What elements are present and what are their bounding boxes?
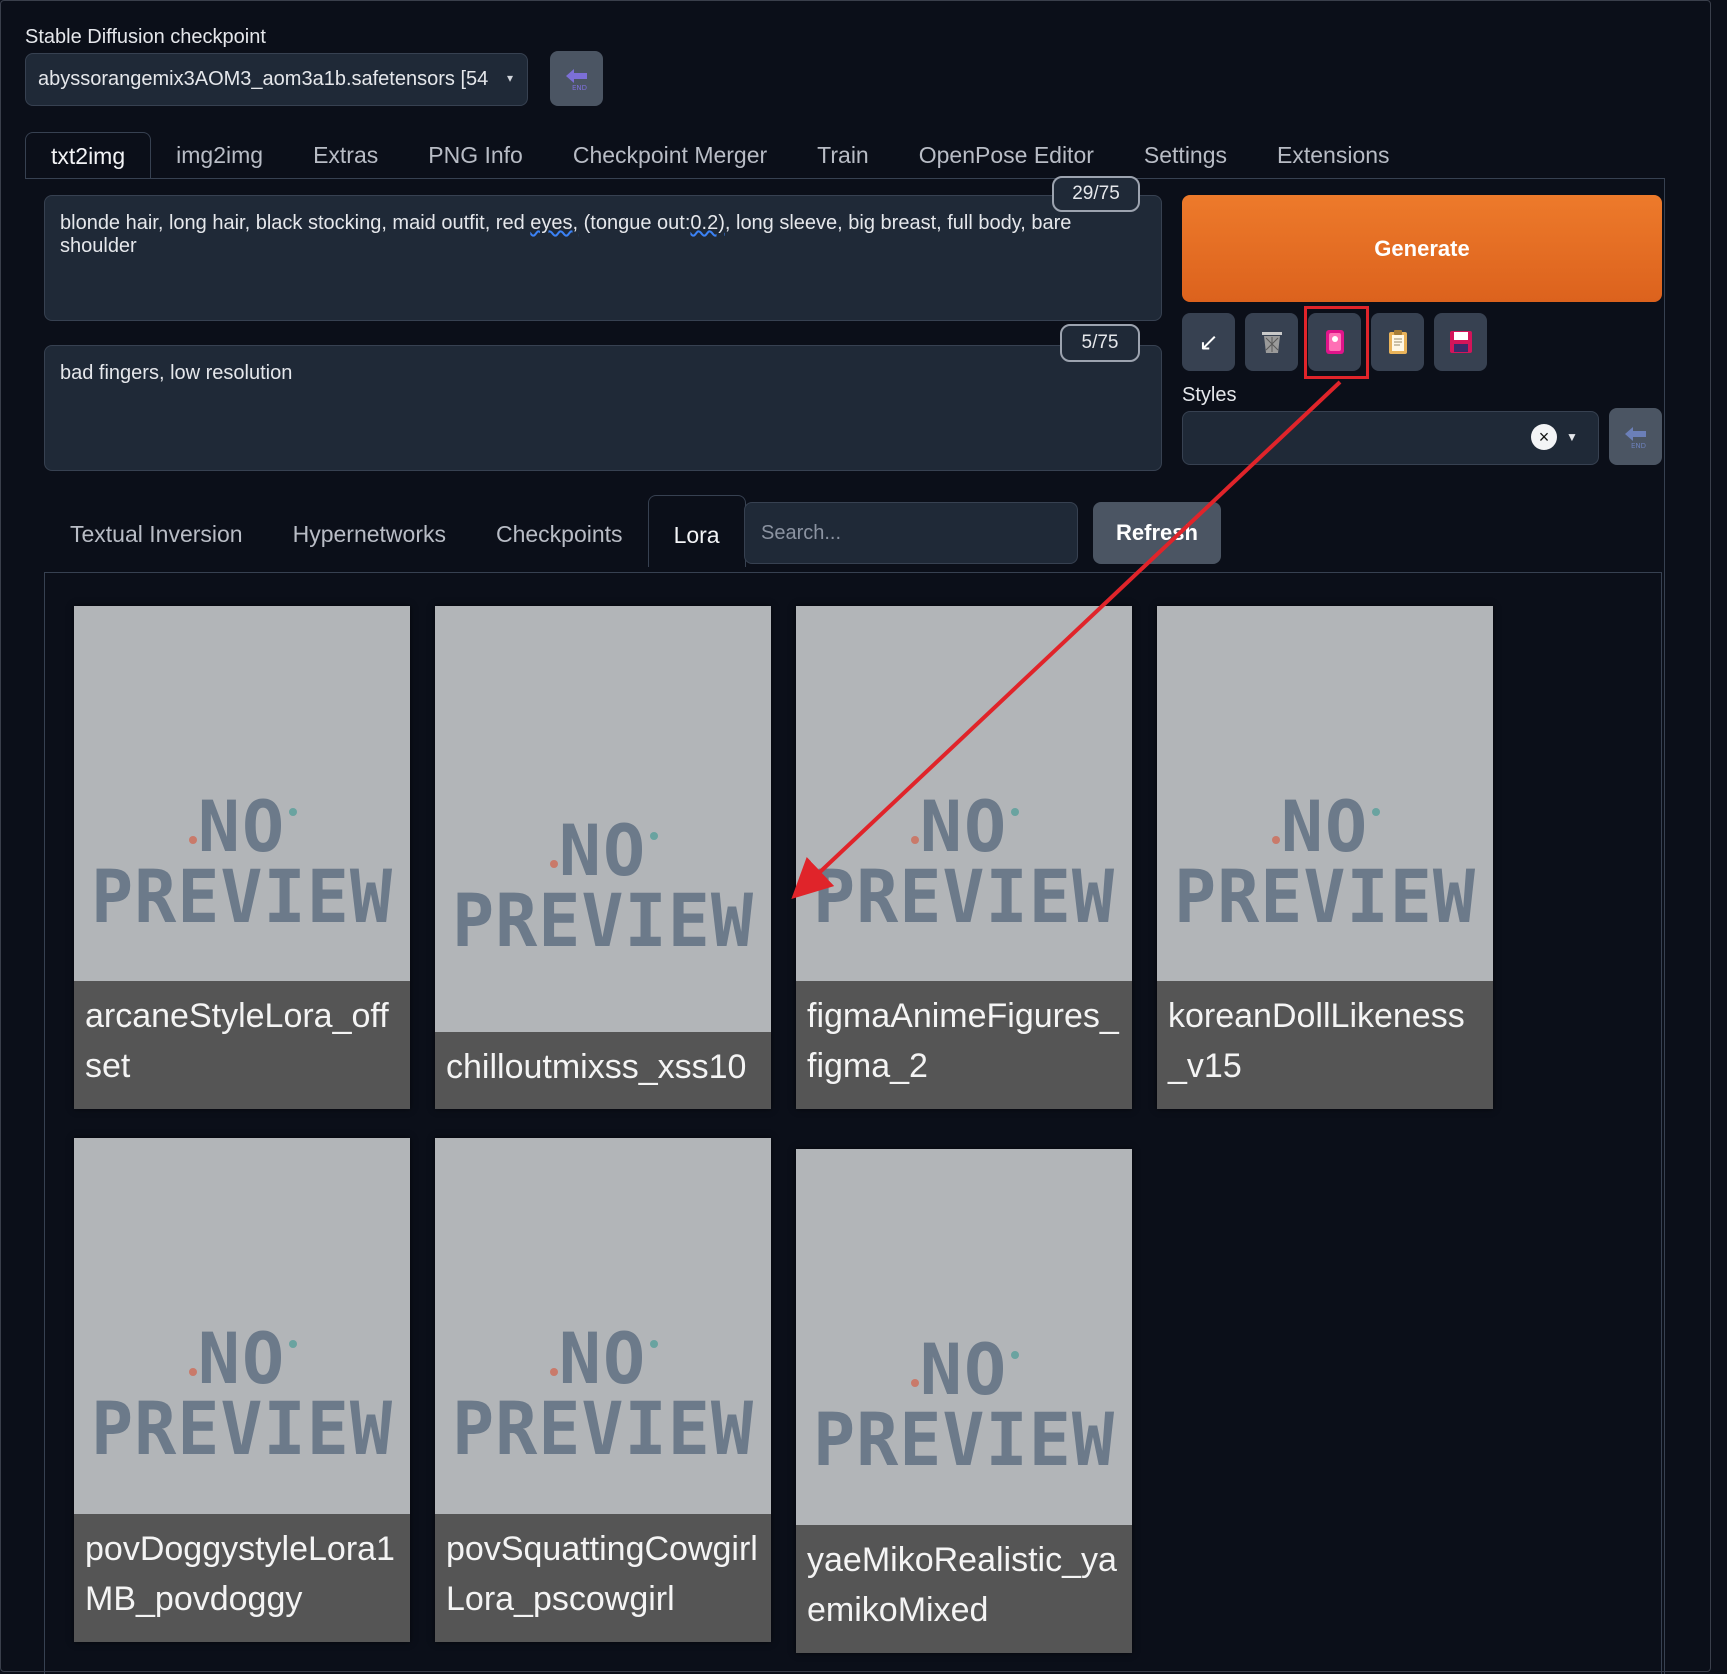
lora-card[interactable]: NO PREVIEW figmaAnimeFigures_figma_2 [796,606,1132,1109]
tab-settings[interactable]: Settings [1119,132,1252,178]
svg-text:END: END [572,84,587,91]
no-preview-image-text: PREVIEW [812,1397,1115,1484]
arrow-icon: ↙ [1198,328,1219,356]
negative-prompt-text: bad fingers, low resolution [60,362,293,384]
prompt-spellcheck-mark: eyes, [530,212,579,234]
lora-card[interactable]: NO PREVIEW povSquattingCowgirlLora_pscowgi… [435,1138,771,1642]
lora-card[interactable]: NO PREVIEW koreanDollLikeness_v15 [1157,606,1493,1109]
no-preview-image-text: PREVIEW [812,853,1115,941]
checkpoint-dropdown[interactable]: abyssorangemix3AOM3_aom3a1b.safetensors … [25,53,528,106]
panel-border [1664,178,1665,1674]
lora-card-name: chilloutmixss_xss10 [435,1032,771,1109]
prompt-text-mid: (tongue out: [578,212,691,234]
apply-styles-button[interactable] [1371,313,1424,371]
lora-card-name: povDoggystyleLora1MB_povdoggy [74,1514,410,1642]
no-preview-image-text: PREVIEW [90,1386,393,1473]
tab-extensions[interactable]: Extensions [1252,132,1415,178]
lora-card-name: yaeMikoRealistic_yaemikoMixed [796,1525,1132,1653]
no-preview-image-text: PREVIEW [451,1386,754,1473]
prompt-token-counter: 29/75 [1052,176,1140,212]
decoration-dot [189,836,197,844]
lora-card[interactable]: NO PREVIEW yaeMikoRealistic_yaemikoMixed [796,1149,1132,1653]
tab-checkpoint-merger[interactable]: Checkpoint Merger [548,132,792,178]
tab-img2img[interactable]: img2img [151,132,288,178]
refresh-styles-button[interactable]: END [1609,408,1662,465]
read-params-button[interactable]: ↙ [1182,313,1235,371]
lora-card-name: arcaneStyleLora_offset [74,981,410,1109]
refresh-button[interactable]: Refresh [1093,502,1221,564]
tab-hypernetworks[interactable]: Hypernetworks [268,495,471,566]
tab-png-info[interactable]: PNG Info [403,132,548,178]
clear-styles-icon[interactable]: × [1531,424,1557,450]
negative-token-counter: 5/75 [1060,324,1140,362]
tab-extras[interactable]: Extras [288,132,403,178]
decoration-dot [1272,836,1280,844]
chevron-down-icon: ▾ [506,71,513,85]
decoration-dot [289,808,297,816]
chevron-down-icon[interactable]: ▼ [1566,430,1578,444]
tab-textual-inversion[interactable]: Textual Inversion [45,495,268,566]
prompt-text-start: blonde hair, long hair, black stocking, … [60,212,531,234]
arrow-left-end-icon: END [1624,426,1646,449]
lora-card-name: povSquattingCowgirlLora_pscowgirl [435,1514,771,1642]
lora-card[interactable]: NO PREVIEW arcaneStyleLora_offset [74,606,410,1109]
no-preview-image-text: PREVIEW [90,853,393,941]
no-preview-image-text: PREVIEW [1173,853,1476,941]
checkpoint-label: Stable Diffusion checkpoint [25,26,266,48]
tab-lora[interactable]: Lora [647,495,746,567]
decoration-dot [911,836,919,844]
clear-prompt-button[interactable] [1245,313,1298,371]
generate-button[interactable]: Generate [1182,195,1662,302]
lora-card-name: koreanDollLikeness_v15 [1157,981,1493,1109]
no-preview-image-text: PREVIEW [451,878,754,965]
negative-prompt-textarea[interactable]: bad fingers, low resolution [44,345,1162,471]
styles-label: Styles [1182,384,1237,406]
lora-card[interactable]: NO PREVIEW chilloutmixss_xss10 [435,606,771,1109]
extra-networks-tabs: Textual Inversion Hypernetworks Checkpoi… [45,495,746,567]
lora-card[interactable]: NO PREVIEW povDoggystyleLora1MB_povdoggy [74,1138,410,1642]
prompt-spellcheck-mark: 0.2), [690,212,731,234]
lora-card-name: figmaAnimeFigures_figma_2 [796,981,1132,1109]
tab-txt2img[interactable]: txt2img [25,132,152,179]
main-tabs: txt2img img2img Extras PNG Info Checkpoi… [25,132,1415,179]
checkpoint-value: abyssorangemix3AOM3_aom3a1b.safetensors … [38,68,489,90]
prompt-textarea[interactable]: blonde hair, long hair, black stocking, … [44,195,1162,321]
clipboard-icon [1388,330,1407,354]
annotation-highlight-box [1304,306,1369,379]
decoration-dot [1011,808,1019,816]
save-icon [1449,331,1472,353]
search-input[interactable] [744,502,1078,564]
tab-openpose-editor[interactable]: OpenPose Editor [894,132,1119,178]
arrow-left-end-icon: END [565,68,587,91]
trash-icon [1261,332,1282,353]
refresh-checkpoints-button[interactable]: END [550,51,603,106]
save-style-button[interactable] [1434,313,1487,371]
svg-text:END: END [1631,442,1646,449]
tab-train[interactable]: Train [792,132,894,178]
decoration-dot [1372,808,1380,816]
tab-checkpoints[interactable]: Checkpoints [471,495,648,566]
tabs-divider [25,178,1665,179]
